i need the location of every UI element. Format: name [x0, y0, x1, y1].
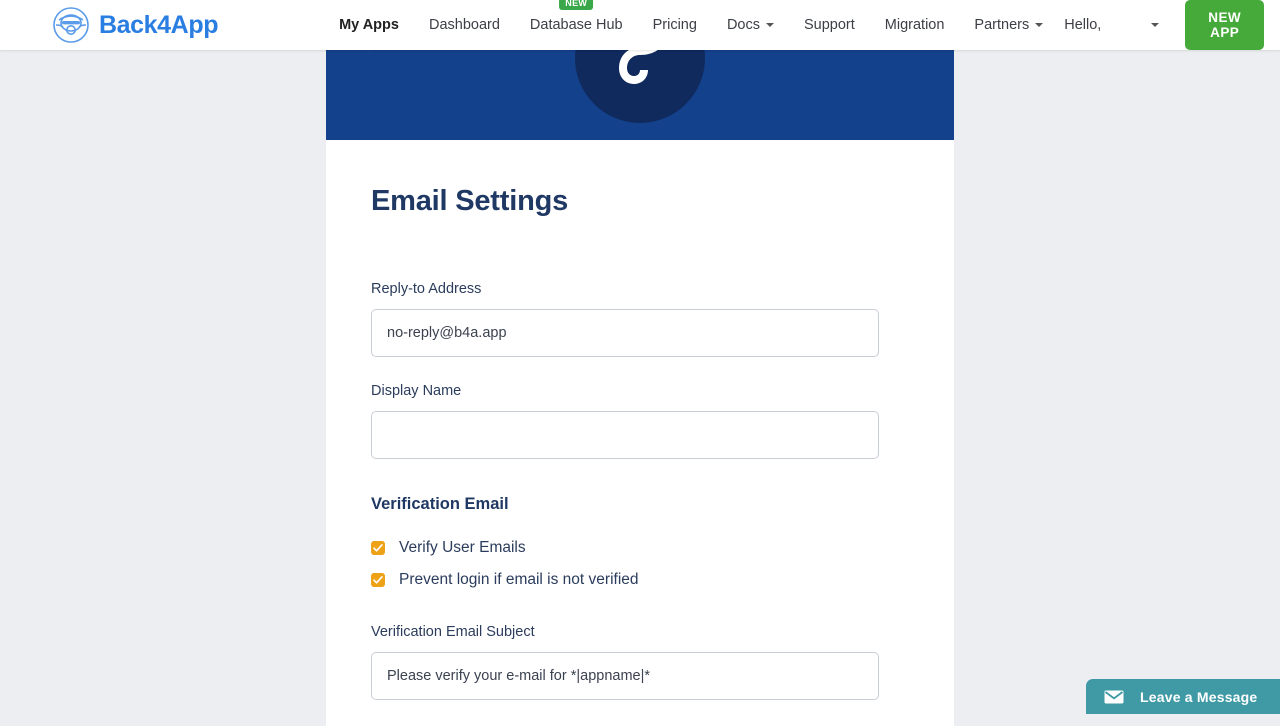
verify-user-emails-checkbox-row[interactable]: Verify User Emails — [371, 539, 909, 557]
navbar-right-actions: Hello, NEW APP — [1058, 0, 1264, 50]
page-title: Email Settings — [371, 185, 569, 217]
new-badge: NEW — [559, 0, 594, 10]
display-name-field-group: Display Name — [371, 383, 909, 459]
main-navigation: My Apps Dashboard NEW Database Hub Prici… — [324, 0, 1058, 55]
reply-to-input[interactable] — [371, 309, 879, 357]
verify-user-emails-label: Verify User Emails — [399, 539, 526, 556]
verification-subject-input[interactable] — [371, 652, 879, 700]
display-name-input[interactable] — [371, 411, 879, 459]
leave-a-message-widget[interactable]: Leave a Message — [1086, 679, 1280, 714]
prevent-login-label: Prevent login if email is not verified — [399, 571, 639, 588]
nav-item-support-label: Support — [803, 17, 855, 33]
nav-item-my-apps[interactable]: My Apps — [324, 0, 414, 55]
nav-item-my-apps-label: My Apps — [339, 17, 399, 33]
display-name-label: Display Name — [371, 383, 462, 399]
account-menu-label: Hello, — [1064, 17, 1102, 33]
chevron-down-icon — [1035, 23, 1044, 27]
active-indicator-icon — [364, 50, 375, 55]
new-app-button[interactable]: NEW APP — [1185, 0, 1264, 50]
nav-item-partners[interactable]: Partners — [959, 0, 1058, 50]
card-banner — [326, 50, 954, 140]
chevron-down-icon — [1151, 23, 1160, 27]
brand-name: Back4App — [99, 10, 219, 39]
parse-swirl-icon — [607, 50, 673, 99]
nav-item-dashboard[interactable]: Dashboard — [414, 0, 515, 50]
back4app-emblem-icon — [52, 6, 90, 44]
verification-email-heading: Verification Email — [371, 495, 509, 513]
nav-item-docs-label: Docs — [726, 17, 760, 33]
chevron-down-icon — [765, 23, 774, 27]
reply-to-label: Reply-to Address — [371, 281, 482, 297]
page-content: Email Settings Reply-to Address Display … — [0, 50, 1280, 726]
nav-item-migration-label: Migration — [884, 17, 945, 33]
verification-subject-label: Verification Email Subject — [371, 624, 535, 640]
settings-card: Email Settings Reply-to Address Display … — [326, 50, 954, 726]
account-menu[interactable]: Hello, — [1058, 17, 1165, 33]
checkbox-checked-icon[interactable] — [371, 573, 385, 587]
nav-item-dashboard-label: Dashboard — [428, 17, 500, 33]
nav-item-pricing-label: Pricing — [652, 17, 697, 33]
brand-logo[interactable]: Back4App — [52, 6, 218, 44]
nav-item-pricing[interactable]: Pricing — [638, 0, 712, 50]
card-body: Email Settings Reply-to Address Display … — [326, 140, 954, 700]
app-avatar — [575, 50, 705, 123]
nav-item-database-hub[interactable]: NEW Database Hub — [515, 0, 638, 50]
checkbox-checked-icon[interactable] — [371, 541, 385, 555]
reply-to-field-group: Reply-to Address — [371, 281, 909, 357]
envelope-icon — [1104, 690, 1124, 704]
verification-subject-field-group: Verification Email Subject — [371, 624, 909, 700]
nav-item-support[interactable]: Support — [789, 0, 870, 50]
leave-a-message-label: Leave a Message — [1140, 688, 1258, 705]
nav-item-partners-label: Partners — [974, 17, 1030, 33]
prevent-login-checkbox-row[interactable]: Prevent login if email is not verified — [371, 571, 909, 589]
nav-item-docs[interactable]: Docs — [712, 0, 789, 50]
top-navbar: Back4App My Apps Dashboard NEW Database … — [0, 0, 1280, 55]
nav-item-database-hub-label: Database Hub — [529, 17, 623, 33]
nav-item-migration[interactable]: Migration — [870, 0, 960, 50]
